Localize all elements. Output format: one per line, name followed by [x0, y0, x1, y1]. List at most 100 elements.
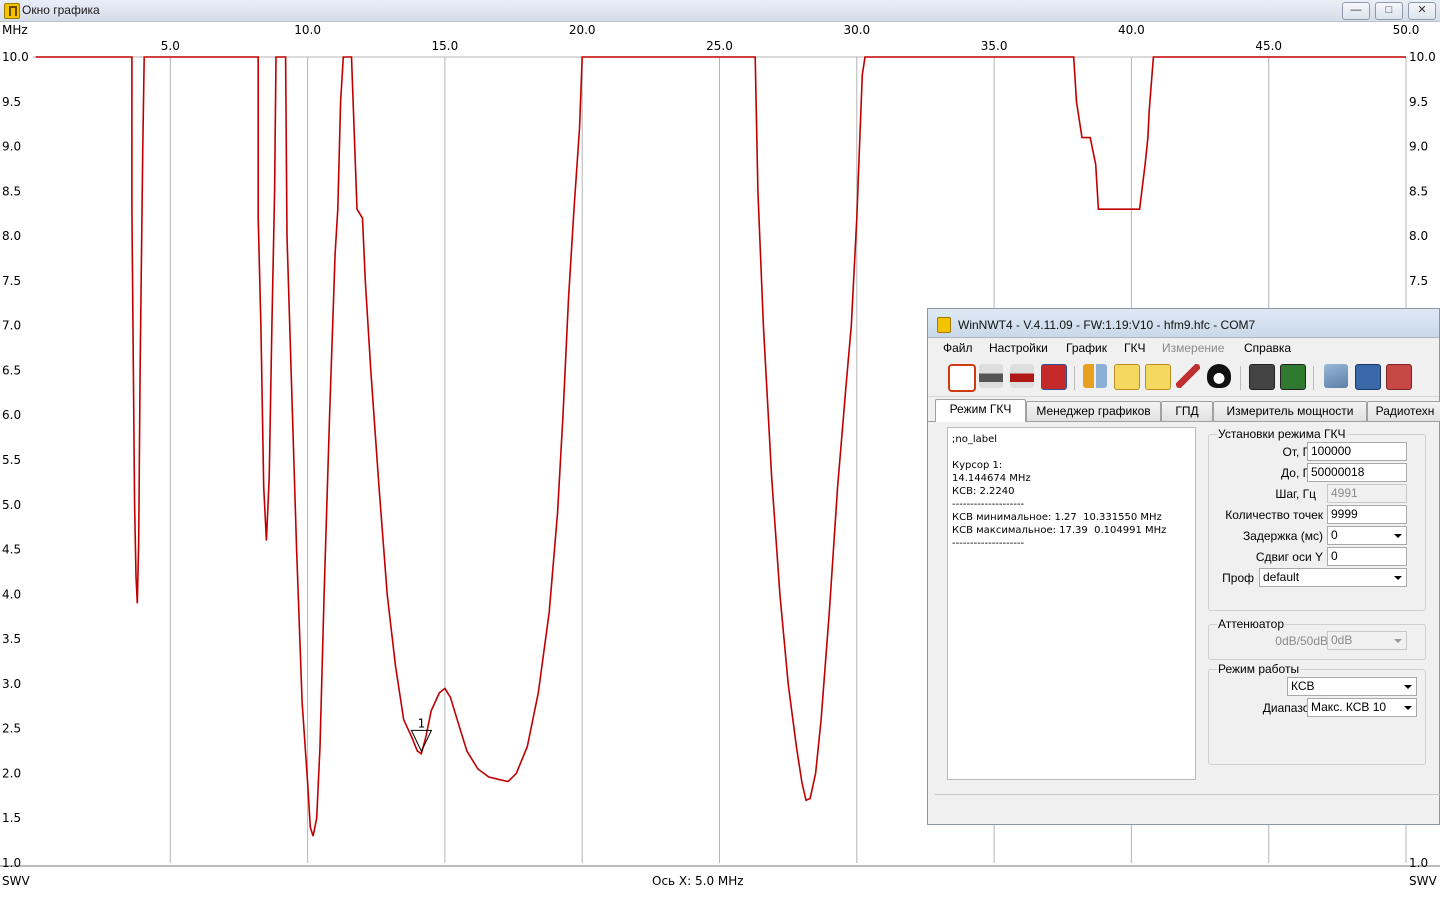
calibrate-k2-icon[interactable]: [1280, 364, 1306, 390]
menu-settings[interactable]: Настройки: [989, 341, 1048, 355]
y-tick-label-left: 5.0: [2, 498, 21, 512]
clear-icon[interactable]: [1386, 364, 1412, 390]
y-unit-label-left: SWV: [2, 874, 30, 888]
y-tick-label-left: 2.0: [2, 766, 21, 780]
x-tick-label: 35.0: [981, 39, 1008, 53]
menu-graph[interactable]: График: [1066, 341, 1107, 355]
delay-select[interactable]: 0: [1327, 526, 1407, 545]
points-count-field[interactable]: 9999: [1327, 505, 1407, 524]
chart-grid-icon[interactable]: [1145, 364, 1171, 390]
png-bmp-icon[interactable]: [1041, 364, 1067, 390]
menu-measurement[interactable]: Измерение: [1162, 341, 1224, 355]
work-mode-select[interactable]: КСВ: [1287, 677, 1417, 696]
y-tick-label-left: 4.0: [2, 587, 21, 601]
y-tick-labels-left: 10.0 9.5 9.0 8.5 8.0 7.5 7.0 6.5 6.0 5.5 5.0 4.5 4.0…: [2, 50, 29, 870]
profile-select[interactable]: default: [1259, 568, 1407, 587]
attenuator-select-value: 0dB: [1331, 633, 1353, 647]
cursor-1-label: 1: [418, 716, 426, 730]
range-select[interactable]: Макс. КСВ 10: [1307, 698, 1417, 717]
y-tick-label-left: 6.0: [2, 408, 21, 422]
tab-radio[interactable]: Радиотехн: [1367, 401, 1440, 421]
open-folder-icon[interactable]: [1324, 364, 1348, 388]
chevron-down-icon: [1394, 576, 1402, 580]
y-tick-label-right: 7.5: [1409, 274, 1428, 288]
graph-window-title: Окно графика: [22, 3, 100, 17]
tab-graph-manager[interactable]: Менеджер графиков: [1026, 401, 1161, 421]
work-mode-select-value: КСВ: [1291, 679, 1315, 693]
linux-penguin-icon[interactable]: [1207, 364, 1231, 388]
chart-icon[interactable]: [1114, 364, 1140, 390]
y-tick-label-right: 8.5: [1409, 184, 1428, 198]
chevron-down-icon: [1394, 639, 1402, 643]
calibrate-k1-icon[interactable]: [1249, 364, 1275, 390]
menu-file[interactable]: Файл: [943, 341, 973, 355]
tab-bar: Режим ГКЧ Менеджер графиков ГПД Измерите…: [928, 399, 1440, 422]
minimize-button[interactable]: —: [1342, 2, 1370, 20]
tools-icon[interactable]: [1083, 364, 1107, 388]
toolbar-separator: [1240, 366, 1241, 390]
chevron-down-icon: [1394, 534, 1402, 538]
y-tick-label-left: 1.0: [2, 856, 21, 870]
app-icon: [4, 3, 20, 19]
y-tick-label-left: 10.0: [2, 50, 29, 64]
range-select-value: Макс. КСВ 10: [1311, 700, 1387, 714]
y-tick-label-left: 3.0: [2, 677, 21, 691]
x-tick-label: 25.0: [706, 39, 733, 53]
graph-window-titlebar[interactable]: Окно графика — □ ✕: [0, 0, 1440, 22]
y-tick-label-left: 9.0: [2, 140, 21, 154]
y-shift-field[interactable]: 0: [1327, 547, 1407, 566]
y-tick-label-left: 5.5: [2, 453, 21, 467]
x-tick-label: 15.0: [432, 39, 459, 53]
tab-power-meter[interactable]: Измеритель мощности: [1213, 401, 1367, 421]
y-tick-label-left: 7.5: [2, 274, 21, 288]
menubar: Файл Настройки График ГКЧ Измерение Спра…: [928, 338, 1439, 360]
x-axis-caption: Ось X: 5.0 MHz: [652, 874, 744, 888]
status-bar-divider: [935, 794, 1440, 795]
print-icon[interactable]: [979, 364, 1003, 388]
y-tick-label-left: 8.0: [2, 229, 21, 243]
x-tick-label: 50.0: [1393, 23, 1420, 37]
cursor-1-triangle: [410, 729, 433, 753]
y-tick-label-right: 8.0: [1409, 229, 1428, 243]
step-hz-field: 4991: [1327, 484, 1407, 503]
close-button[interactable]: ✕: [1408, 2, 1436, 20]
winnwt-titlebar[interactable]: WinNWT4 - V.4.11.09 - FW:1.19:V10 - hfm9…: [928, 309, 1439, 338]
delay-select-value: 0: [1331, 528, 1338, 542]
winnwt-window[interactable]: WinNWT4 - V.4.11.09 - FW:1.19:V10 - hfm9…: [927, 308, 1440, 825]
x-unit-label: MHz: [2, 23, 28, 37]
chevron-down-icon: [1404, 706, 1412, 710]
toolbar: [928, 360, 1439, 397]
y-tick-label-left: 6.5: [2, 363, 21, 377]
app-icon: [937, 317, 951, 333]
profile-select-value: default: [1263, 570, 1300, 584]
menu-help[interactable]: Справка: [1244, 341, 1291, 355]
from-hz-field[interactable]: 100000: [1307, 442, 1407, 461]
x-tick-label: 20.0: [569, 23, 596, 37]
menu-sweep[interactable]: ГКЧ: [1124, 341, 1146, 355]
info-text-box[interactable]: ;no_label Курсор 1: 14.144674 MHz КСВ: 2…: [947, 427, 1196, 780]
power-icon[interactable]: [948, 364, 976, 392]
x-tick-label: 5.0: [161, 39, 180, 53]
attenuator-label: 0dB/50dB: [1275, 634, 1328, 648]
x-tick-label: 45.0: [1255, 39, 1282, 53]
profile-label: Проф: [1222, 571, 1254, 585]
attenuator-title: Аттенюатор: [1217, 617, 1286, 631]
tab-sweep-mode[interactable]: Режим ГКЧ: [935, 399, 1026, 422]
y-tick-label-left: 9.5: [2, 95, 21, 109]
to-hz-field[interactable]: 50000018: [1307, 463, 1407, 482]
points-count-label: Количество точек: [1225, 508, 1323, 522]
x-tick-label: 40.0: [1118, 23, 1145, 37]
chevron-down-icon: [1404, 685, 1412, 689]
probe-icon[interactable]: [1176, 364, 1200, 388]
print-color-icon[interactable]: [1010, 364, 1034, 388]
x-tick-label: 30.0: [843, 23, 870, 37]
y-tick-label-left: 3.5: [2, 632, 21, 646]
step-hz-label: Шаг, Гц: [1275, 487, 1316, 501]
maximize-button[interactable]: □: [1375, 2, 1403, 20]
toolbar-separator: [1313, 366, 1314, 390]
y-tick-label-left: 8.5: [2, 184, 21, 198]
work-mode-title: Режим работы: [1217, 662, 1301, 676]
save-icon[interactable]: [1355, 364, 1381, 390]
tab-vfo[interactable]: ГПД: [1161, 401, 1213, 421]
attenuator-select: 0dB: [1327, 631, 1407, 650]
